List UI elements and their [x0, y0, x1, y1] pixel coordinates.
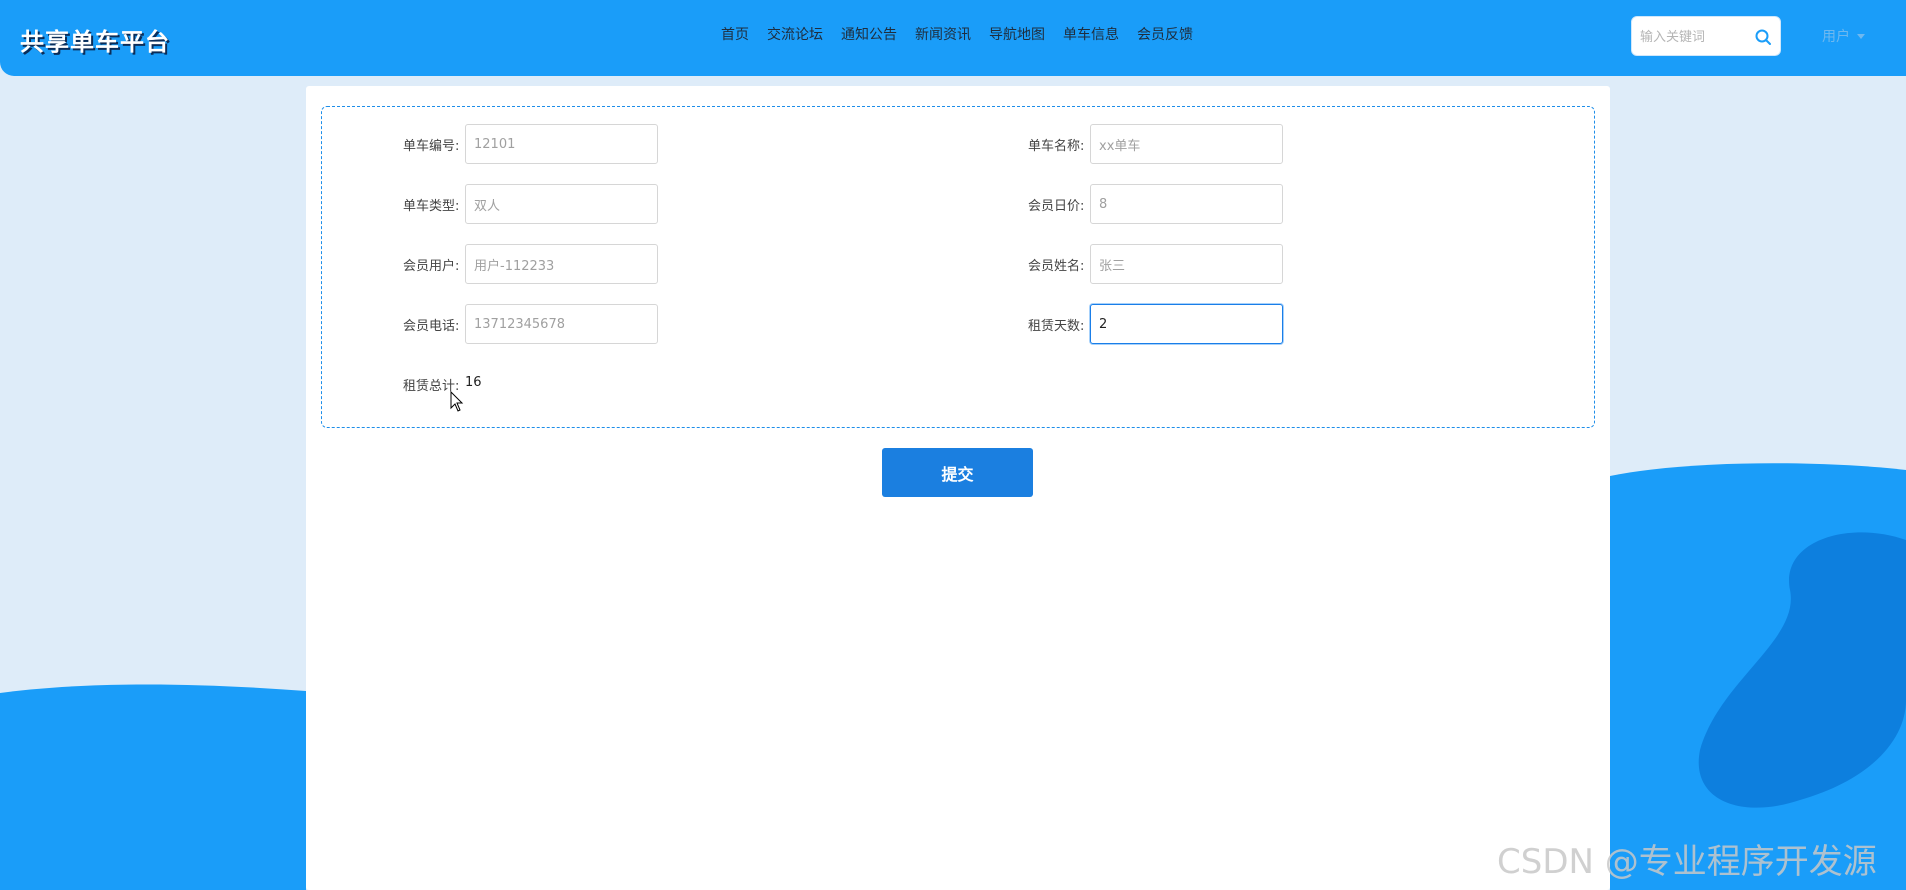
member-name-label: 会员姓名:: [1028, 259, 1085, 274]
top-header: 共享单车平台 首页 交流论坛 通知公告 新闻资讯 导航地图 单车信息 会员反馈 …: [0, 0, 1906, 76]
rent-days-label: 租赁天数:: [1028, 319, 1085, 334]
submit-button[interactable]: 提交: [882, 448, 1033, 497]
site-brand[interactable]: 共享单车平台: [20, 22, 170, 57]
user-menu[interactable]: 用户: [1822, 26, 1865, 46]
nav-item-forum[interactable]: 交流论坛: [767, 24, 823, 44]
nav-item-feedback[interactable]: 会员反馈: [1137, 24, 1193, 44]
bike-name-label: 单车名称:: [1028, 139, 1085, 154]
member-user-label: 会员用户:: [403, 259, 460, 274]
chevron-down-icon: [1857, 33, 1865, 39]
bike-no-field[interactable]: [465, 124, 658, 164]
mouse-cursor-icon: [450, 391, 464, 412]
nav-item-home[interactable]: 首页: [721, 24, 749, 44]
member-phone-field[interactable]: [465, 304, 658, 344]
nav-item-notice[interactable]: 通知公告: [841, 24, 897, 44]
bike-type-label: 单车类型:: [403, 199, 460, 214]
search-box: [1631, 16, 1781, 56]
bike-type-field[interactable]: [465, 184, 658, 224]
rent-total-value: 16: [465, 375, 482, 390]
search-icon[interactable]: [1754, 28, 1772, 46]
bike-name-field[interactable]: [1090, 124, 1283, 164]
member-name-field[interactable]: [1090, 244, 1283, 284]
nav-item-bikes[interactable]: 单车信息: [1063, 24, 1119, 44]
content-panel: 单车编号: 单车名称: 单车类型: 会员日价: 会员用户: 会员姓名: 会员电话…: [306, 86, 1610, 890]
search-input[interactable]: [1640, 27, 1750, 47]
member-phone-label: 会员电话:: [403, 319, 460, 334]
nav-item-map[interactable]: 导航地图: [989, 24, 1045, 44]
member-user-field[interactable]: [465, 244, 658, 284]
user-menu-label: 用户: [1822, 29, 1850, 45]
bike-no-label: 单车编号:: [403, 139, 460, 154]
rent-days-field[interactable]: [1090, 304, 1283, 344]
member-day-price-label: 会员日价:: [1028, 199, 1085, 214]
member-day-price-field[interactable]: [1090, 184, 1283, 224]
nav-item-news[interactable]: 新闻资讯: [915, 24, 971, 44]
main-nav: 首页 交流论坛 通知公告 新闻资讯 导航地图 单车信息 会员反馈: [721, 24, 1211, 44]
rental-form: 单车编号: 单车名称: 单车类型: 会员日价: 会员用户: 会员姓名: 会员电话…: [321, 106, 1595, 428]
watermark: CSDN @专业程序开发源: [1497, 842, 1877, 882]
